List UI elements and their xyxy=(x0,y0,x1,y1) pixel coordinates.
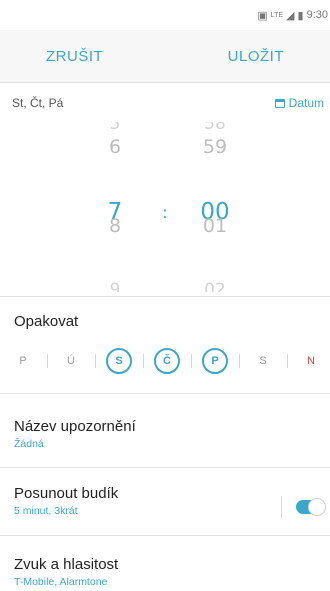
save-button[interactable]: ULOŽIT xyxy=(182,48,330,65)
alarm-name-title: Název upozornění xyxy=(14,418,136,435)
minute-value[interactable]: 01 xyxy=(195,215,235,237)
divider xyxy=(190,354,192,368)
divider xyxy=(46,354,48,368)
divider xyxy=(0,82,330,83)
battery-icon: ▮ xyxy=(297,9,304,22)
date-button[interactable]: Datum xyxy=(274,96,324,110)
divider xyxy=(238,354,240,368)
hour-value[interactable]: 8 xyxy=(95,215,135,237)
divider xyxy=(0,535,330,536)
divider xyxy=(281,496,282,518)
date-row: St, Čt, Pá Datum xyxy=(12,92,324,114)
calendar-icon xyxy=(274,98,285,108)
toggle-knob xyxy=(308,498,326,516)
sound-title: Zvuk a hlasitost xyxy=(14,556,119,573)
repeat-label: Opakovat xyxy=(14,313,79,330)
weekday-tuesday[interactable]: Ú xyxy=(58,348,84,374)
status-bar: ▣ LTE ◢ ▮ 9:30 xyxy=(0,0,330,30)
action-bar: ZRUŠIT ULOŽIT xyxy=(0,30,330,82)
weekday-friday[interactable]: P xyxy=(202,348,228,374)
weekday-saturday[interactable]: S xyxy=(250,348,276,374)
nfc-icon: ▣ xyxy=(257,9,268,22)
weekday-thursday[interactable]: Č xyxy=(154,348,180,374)
hour-value[interactable]: 6 xyxy=(95,136,135,158)
signal-icon: ◢ xyxy=(286,9,295,22)
picker-row: 9 02 xyxy=(0,280,330,292)
alarm-name-setting[interactable]: Název upozornění Žádná xyxy=(14,418,316,450)
cancel-button[interactable]: ZRUŠIT xyxy=(0,48,149,65)
minute-value[interactable]: 59 xyxy=(195,136,235,158)
minute-value[interactable]: 02 xyxy=(195,280,235,292)
date-button-label: Datum xyxy=(288,96,324,110)
weekday-sunday[interactable]: N xyxy=(298,348,324,374)
divider xyxy=(142,354,144,368)
picker-row: 6 59 xyxy=(0,136,330,158)
hour-value[interactable]: 9 xyxy=(95,280,135,292)
weekday-selector: P Ú S Č P S N xyxy=(10,345,324,377)
time-picker[interactable]: 5 58 6 59 7 : 00 8 01 9 02 xyxy=(0,118,330,298)
divider xyxy=(0,296,330,297)
snooze-setting[interactable]: Posunout budík 5 minut, 3krát xyxy=(14,485,240,517)
alarm-name-value: Žádná xyxy=(14,438,44,450)
status-time: 9:30 xyxy=(306,9,328,21)
divider xyxy=(94,354,96,368)
sound-value: T-Mobile, Alarmtone xyxy=(14,576,108,588)
snooze-value: 5 minut, 3krát xyxy=(14,505,78,517)
snooze-title: Posunout budík xyxy=(14,485,119,502)
divider xyxy=(286,354,288,368)
network-type: LTE xyxy=(270,11,284,19)
weekday-wednesday[interactable]: S xyxy=(106,348,132,374)
weekday-monday[interactable]: P xyxy=(10,348,36,374)
divider xyxy=(0,467,330,468)
selected-days-summary: St, Čt, Pá xyxy=(12,96,64,110)
snooze-toggle[interactable] xyxy=(296,498,326,516)
picker-row: 8 01 xyxy=(0,215,330,237)
snooze-toggle-area xyxy=(281,496,326,518)
divider xyxy=(0,393,330,394)
sound-setting[interactable]: Zvuk a hlasitost T-Mobile, Alarmtone xyxy=(14,556,316,588)
